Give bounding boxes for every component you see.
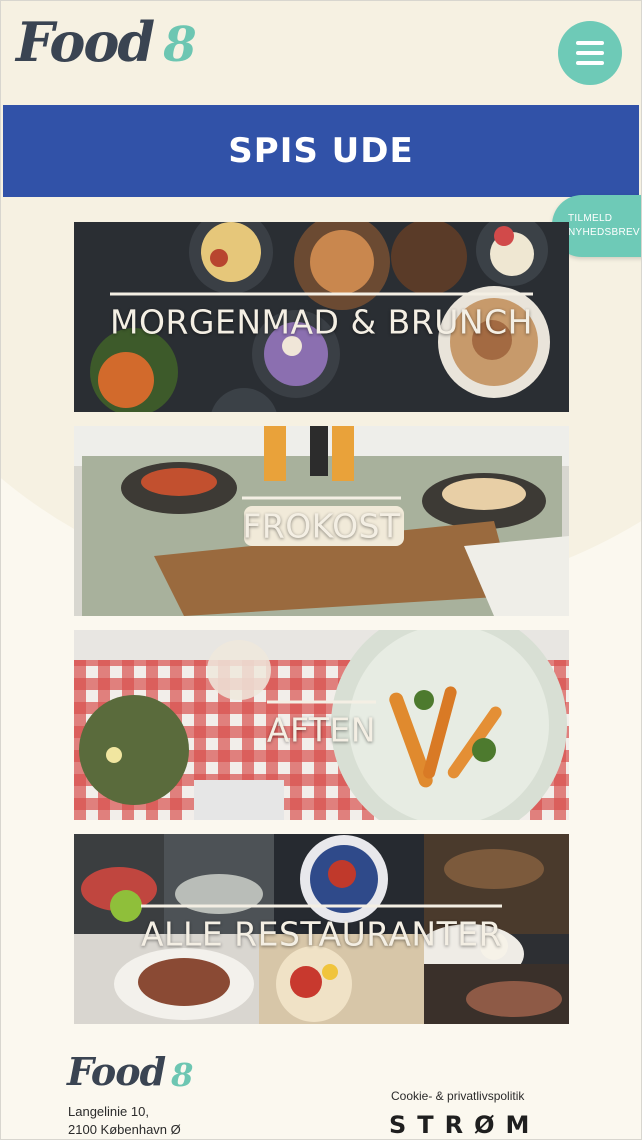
- card-label-wrap: MORGENMAD & BRUNCH: [74, 292, 569, 342]
- footer-food8-logo[interactable]: Food 8: [67, 1049, 194, 1094]
- address-line1: Langelinie 10,: [68, 1104, 149, 1119]
- hamburger-icon-bar: [576, 41, 604, 45]
- page-title: SPIS UDE: [228, 131, 414, 171]
- page-frame: Food 8 SPIS UDE TILMELD NYHEDSBREV MORGE…: [0, 0, 642, 1140]
- newsletter-line1: TILMELD: [568, 213, 613, 224]
- card-label: AFTEN: [266, 700, 377, 750]
- footer-address: Langelinie 10, 2100 København Ø: [68, 1103, 181, 1139]
- page-title-band: SPIS UDE: [3, 105, 639, 197]
- card-label-wrap: AFTEN: [74, 700, 569, 750]
- strom-partner-logo[interactable]: STRØM: [389, 1111, 540, 1139]
- card-alle-restauranter[interactable]: ALLE RESTAURANTER: [74, 834, 569, 1024]
- card-label-wrap: FROKOST: [74, 496, 569, 546]
- card-label: FROKOST: [242, 496, 401, 546]
- card-morgenmad-brunch[interactable]: MORGENMAD & BRUNCH: [74, 222, 569, 412]
- card-label-wrap: ALLE RESTAURANTER: [74, 904, 569, 954]
- cookie-policy-link[interactable]: Cookie- & privatlivspolitik: [391, 1089, 524, 1103]
- footer-logo-text: Food: [67, 1049, 166, 1094]
- card-aften[interactable]: AFTEN: [74, 630, 569, 820]
- logo-number: 8: [163, 17, 197, 73]
- footer-logo-number: 8: [171, 1056, 194, 1094]
- hamburger-icon-bar: [576, 61, 604, 65]
- hamburger-icon-bar: [576, 51, 604, 55]
- menu-button[interactable]: [558, 21, 622, 85]
- card-label: ALLE RESTAURANTER: [140, 904, 503, 954]
- logo-text: Food: [16, 10, 155, 74]
- card-frokost[interactable]: FROKOST: [74, 426, 569, 616]
- food8-logo[interactable]: Food 8: [16, 15, 197, 69]
- card-label: MORGENMAD & BRUNCH: [110, 292, 533, 342]
- address-line2: 2100 København Ø: [68, 1122, 181, 1137]
- newsletter-line2: NYHEDSBREV: [568, 227, 640, 238]
